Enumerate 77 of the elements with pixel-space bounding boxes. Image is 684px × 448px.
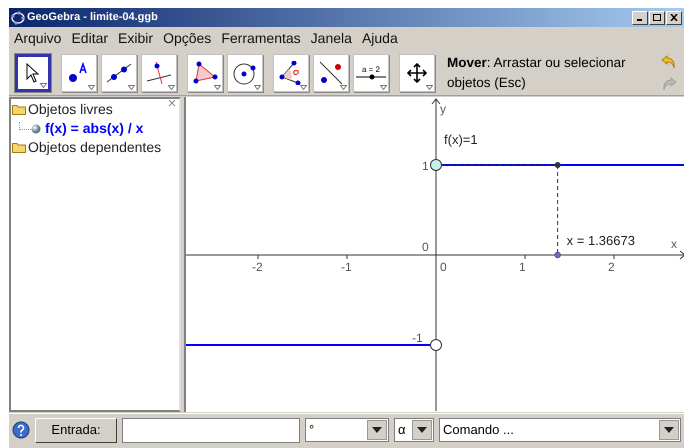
- app-logo-icon: [11, 10, 25, 24]
- tick-mark: [524, 254, 526, 260]
- move-arrows-icon: [407, 62, 427, 82]
- command-dropdown[interactable]: Comando ...: [439, 418, 681, 442]
- axis-label: x: [671, 236, 677, 253]
- redo-arrow-icon: [661, 76, 677, 90]
- menu-item[interactable]: Ajuda: [360, 28, 399, 49]
- tick-mark: [346, 254, 348, 260]
- algebra-object[interactable]: f(x) = abs(x) / x: [45, 118, 144, 139]
- menu-item[interactable]: Editar: [70, 28, 110, 49]
- folder-icon: [12, 104, 26, 115]
- menu-item[interactable]: Opções: [162, 28, 212, 49]
- dropdown-triangle-icon: [380, 84, 387, 90]
- point-label: x = 1.36673: [566, 232, 635, 250]
- dropdown-triangle-icon: [88, 84, 95, 90]
- tool-button[interactable]: [61, 54, 97, 92]
- folder-icon: [12, 142, 26, 153]
- tick-label: -1: [341, 259, 352, 276]
- input-label-button[interactable]: Entrada:: [35, 418, 117, 442]
- close-icon[interactable]: [168, 99, 176, 107]
- axis-point[interactable]: [554, 252, 561, 258]
- menu-item[interactable]: Arquivo: [13, 28, 62, 49]
- dropdown-triangle-icon: [426, 84, 433, 90]
- line-and-point-icon: [318, 60, 344, 86]
- graph-point[interactable]: [554, 162, 561, 168]
- window-title: GeoGebra - limite-04.ggb: [27, 10, 158, 26]
- tool-button[interactable]: [101, 54, 137, 92]
- triangle-icon: [192, 60, 218, 84]
- tool-help-text: Mover: Arrastar ou selecionar objetos (Esc): [447, 54, 627, 92]
- undo-arrow-icon: [661, 54, 677, 68]
- close-icon: [670, 14, 678, 21]
- menu-item[interactable]: Exibir: [117, 28, 154, 49]
- tick-label: 2: [608, 259, 615, 276]
- tool-button[interactable]: [141, 54, 177, 92]
- maximize-button[interactable]: [649, 10, 665, 24]
- input-field[interactable]: [122, 418, 300, 442]
- maximize-icon: [653, 14, 661, 21]
- dropdown-triangle-icon: [128, 84, 135, 90]
- symbol-dropdown[interactable]: °: [305, 418, 389, 442]
- open-point: [430, 339, 442, 351]
- dropdown-triangle-icon: [168, 84, 175, 90]
- tool-button[interactable]: [227, 54, 263, 92]
- function-label: f(x)=1: [444, 131, 478, 149]
- tick-label: 1: [422, 158, 429, 175]
- help-icon[interactable]: [12, 421, 30, 439]
- tool-button[interactable]: [313, 54, 349, 92]
- minimize-button[interactable]: [632, 10, 648, 24]
- menu-item[interactable]: Janela: [310, 28, 353, 49]
- tick-label: 0: [422, 239, 429, 256]
- close-button[interactable]: [666, 10, 682, 24]
- tool-button[interactable]: [399, 54, 435, 92]
- tick-label: -1: [412, 330, 423, 347]
- tick-label: -2: [252, 259, 263, 276]
- tool-button[interactable]: [273, 54, 309, 92]
- tool-button[interactable]: [15, 54, 51, 92]
- axis-label: y: [440, 101, 446, 118]
- tool-button[interactable]: [187, 54, 223, 92]
- symbol-dropdown-value: °: [308, 421, 316, 440]
- dropdown-triangle-icon: [254, 84, 261, 90]
- dropdown-triangle-icon: [40, 82, 47, 88]
- tick-label: 1: [519, 259, 526, 276]
- dropdown-triangle-icon: [300, 84, 307, 90]
- greek-dropdown-value: α: [397, 421, 407, 440]
- tool-button[interactable]: a = 2: [353, 54, 389, 92]
- dropdown-triangle-icon: [214, 84, 221, 90]
- arrow-cursor-icon: [26, 62, 40, 82]
- greek-dropdown[interactable]: α: [394, 418, 434, 442]
- menu-item[interactable]: Ferramentas: [220, 28, 302, 49]
- command-dropdown-value: Comando ...: [442, 421, 515, 440]
- folder-label[interactable]: Objetos livres: [28, 99, 113, 120]
- tick-label: 0: [440, 259, 447, 276]
- open-point: [430, 159, 442, 171]
- perpendicular-line-icon: [146, 60, 172, 84]
- sphere-icon: [31, 124, 41, 134]
- folder-label[interactable]: Objetos dependentes: [28, 137, 162, 158]
- dropdown-triangle-icon: [340, 84, 347, 90]
- line-icon: [106, 62, 132, 84]
